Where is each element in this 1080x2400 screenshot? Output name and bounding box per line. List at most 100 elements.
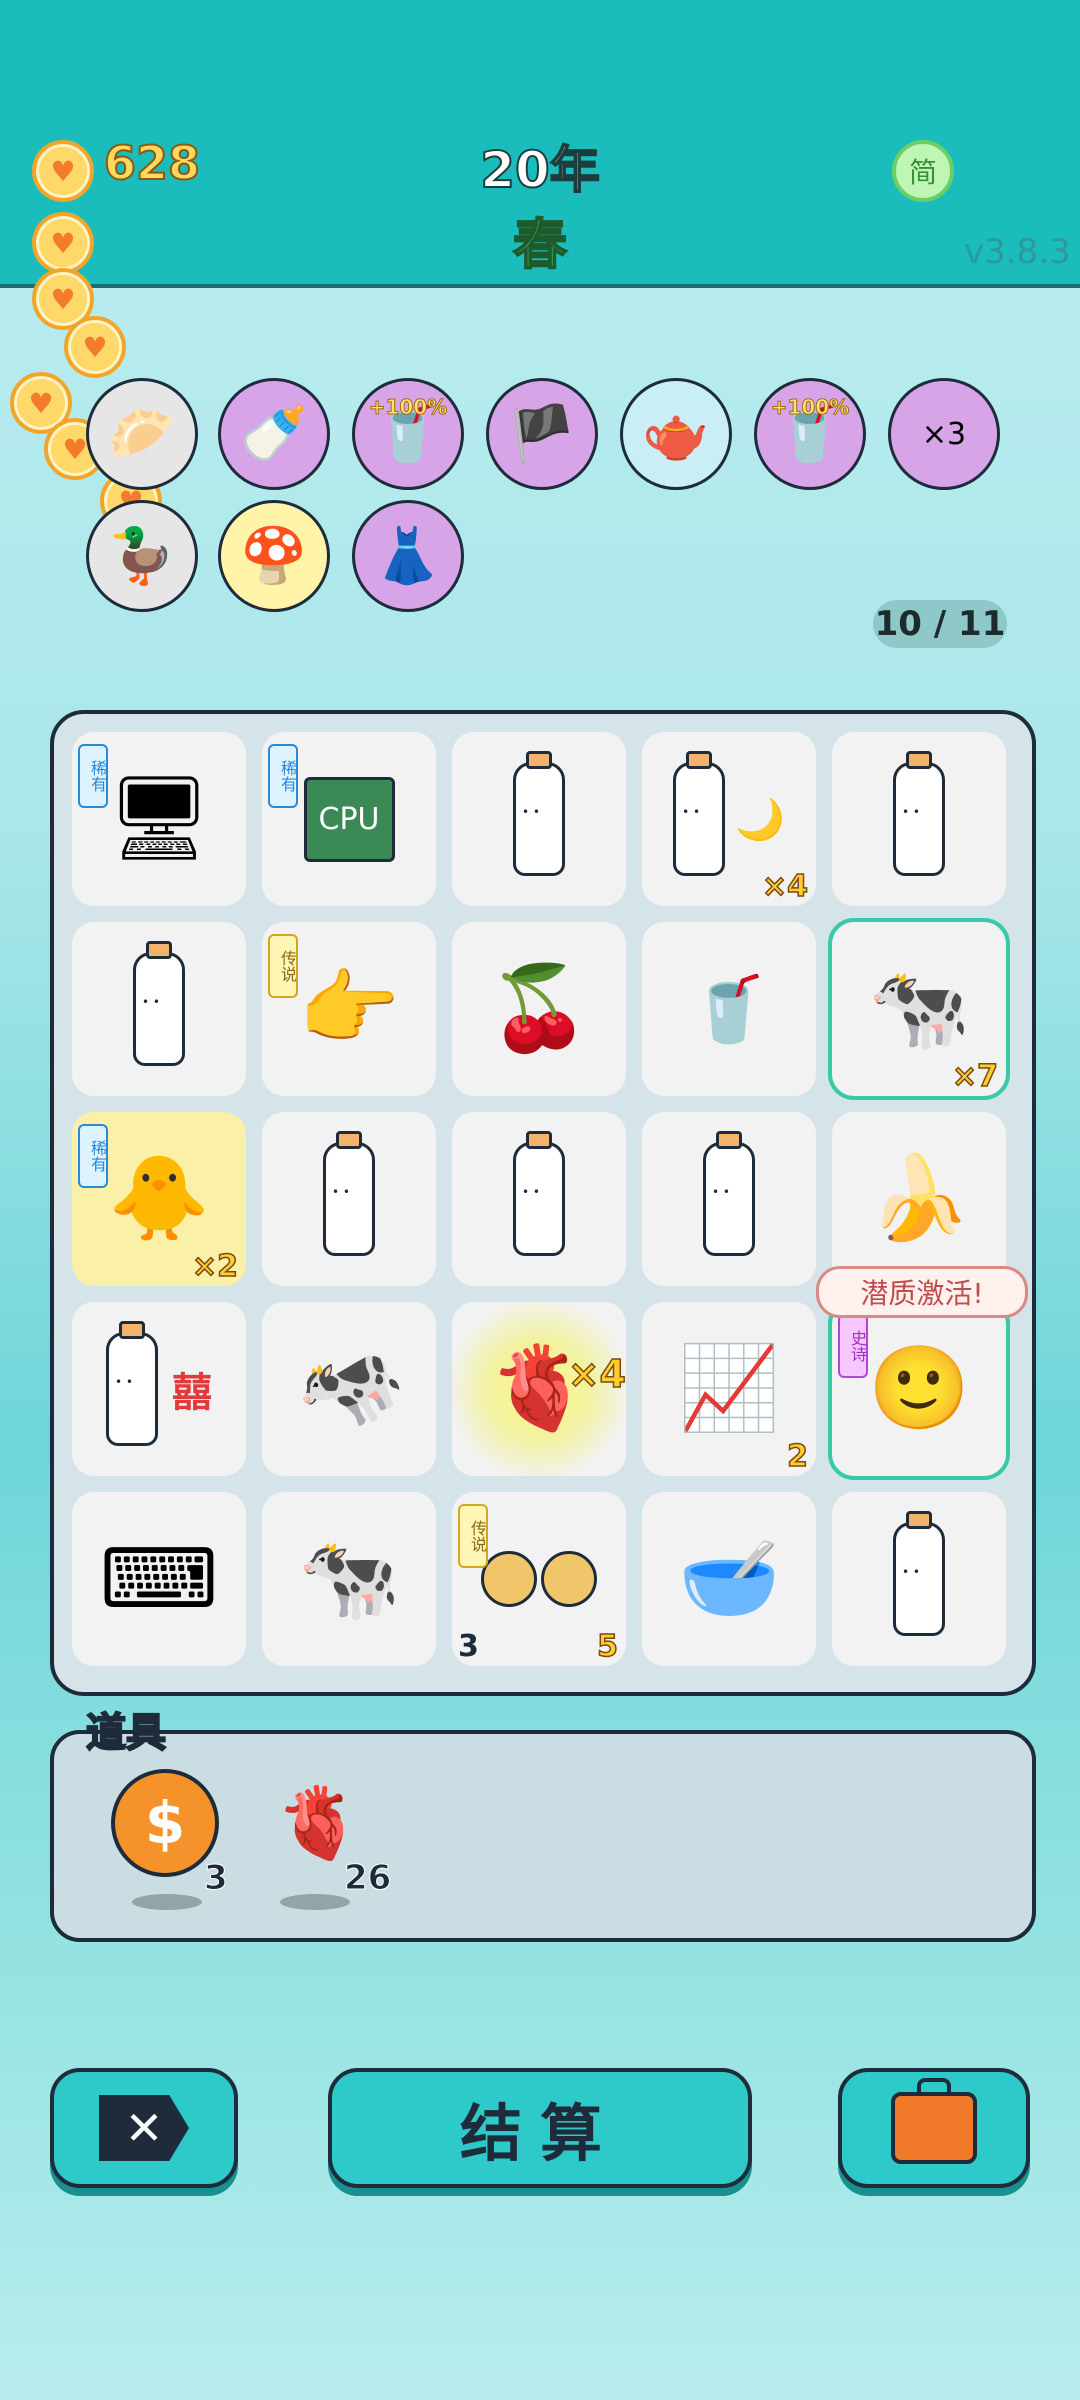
board-cell-cow[interactable]: 🐄 — [262, 1492, 436, 1666]
tools-panel: $ 3 🫀 26 — [50, 1730, 1036, 1942]
longan-icon — [481, 1551, 597, 1607]
season-label: 春 — [512, 212, 568, 277]
mushroom-cloud-icon[interactable]: 🍄 — [218, 500, 330, 612]
legend-tag: 传说 — [268, 934, 298, 998]
milk-bottle-icon — [703, 1131, 755, 1256]
coin-count: 628 — [103, 135, 201, 191]
milk-bottle-icon — [323, 1131, 375, 1256]
board-cell-growth-chart[interactable]: 📈 2 — [642, 1302, 816, 1476]
multiplier-label: ×4 — [761, 868, 809, 905]
board-cell-longan[interactable]: 传说 3 5 — [452, 1492, 626, 1666]
multiplier-label: ×4 — [567, 1351, 627, 1397]
tilted-cow-icon: 🐄 — [280, 1321, 417, 1456]
milk-bottle-icon — [513, 751, 565, 876]
board-cell-milk-happiness[interactable]: 囍 — [72, 1302, 246, 1476]
banana-icon: 🍌 — [867, 1151, 971, 1246]
liver-icon: 🫀 — [275, 1781, 363, 1864]
boba-cup-icon: 🥤 — [689, 972, 769, 1047]
shadow — [280, 1894, 350, 1910]
count-label: 2 — [786, 1438, 808, 1475]
milk-bottle-icon — [893, 1511, 945, 1636]
board-cell-cpu[interactable]: 稀有 CPU — [262, 732, 436, 906]
computer-tower-icon: 🖥 — [106, 771, 212, 866]
board-cell-keyboard[interactable]: ⌨ — [72, 1492, 246, 1666]
cow-icon: 🐄 — [297, 1531, 401, 1626]
board-cell-milk[interactable] — [72, 922, 246, 1096]
board-cell-liver-burst[interactable]: 🫀 ×4 — [452, 1302, 627, 1476]
breast-pump-icon[interactable]: 🍼 — [218, 378, 330, 490]
tools-label: 道具 — [85, 1709, 167, 1757]
potential-activated-tooltip: 潜质激活! — [816, 1266, 1028, 1318]
board-cell-milk[interactable] — [262, 1112, 436, 1286]
board-cell-bowl[interactable]: 🥣 — [642, 1492, 816, 1666]
page-indicator: 10 / 11 — [873, 600, 1007, 648]
board-cell-chick[interactable]: 稀有 🐥 ×2 — [72, 1112, 246, 1286]
eyepatch-longan-icon[interactable]: 🏴 — [486, 378, 598, 490]
shadow — [132, 1894, 202, 1910]
board-cell-finger[interactable]: 传说 👉 — [262, 922, 436, 1096]
item-board: 稀有🖥 稀有CPU 🌙×4 传说👉 🍒 🥤 🐄×7 稀有🐥×2 🍌 囍 🐄 🫀×… — [50, 710, 1036, 1696]
face-portrait-icon: 🙂 — [867, 1341, 971, 1436]
coin-token-icon: $ — [111, 1769, 219, 1877]
coin-token-count: 3 — [204, 1858, 229, 1899]
duck-bathtub-icon[interactable]: 🦆 — [86, 500, 198, 612]
bowl-icon: 🥣 — [677, 1531, 781, 1626]
milk-tea-cup-icon[interactable]: +100% 🥤 — [352, 378, 464, 490]
double-happiness-icon: 囍 — [172, 1370, 212, 1416]
briefcase-icon — [891, 2078, 977, 2164]
moon-icon: 🌙 — [735, 796, 785, 843]
board-cell-milk[interactable] — [452, 1112, 626, 1286]
board-cell-face[interactable]: 史诗 🙂 — [828, 1298, 1010, 1480]
pleated-skirt-icon[interactable]: 👗 — [352, 500, 464, 612]
legend-tag: 传说 — [458, 1504, 488, 1568]
board-cell-cherries[interactable]: 🍒 — [452, 922, 626, 1096]
heart-coin-icon: ♥ — [32, 140, 94, 202]
multiplier-label: ×2 — [191, 1248, 239, 1285]
multiplier-label: 5 — [596, 1628, 618, 1665]
milk-bottle-icon — [513, 1131, 565, 1256]
close-icon: ✕ — [99, 2095, 189, 2161]
epic-tag: 史诗 — [838, 1314, 868, 1378]
board-cell-milk[interactable] — [452, 732, 626, 906]
language-toggle-button[interactable]: 简 — [892, 140, 954, 202]
cow-icon: 🐄 — [867, 961, 971, 1056]
inventory-button[interactable] — [838, 2068, 1030, 2188]
milk-bottle-icon — [893, 751, 945, 876]
exit-button[interactable]: ✕ — [50, 2068, 238, 2188]
milk-jug-icon[interactable]: 🫖 — [620, 378, 732, 490]
chick-icon: 🐥 — [107, 1151, 211, 1246]
milk-tea-cup-icon[interactable]: +100% 🥤 — [754, 378, 866, 490]
milk-bottle-icon — [133, 941, 185, 1066]
cpu-chip-icon: CPU — [303, 776, 395, 862]
settle-button[interactable]: 结算 — [328, 2068, 752, 2188]
bonus-label: +100% — [368, 395, 448, 420]
board-cell-milk[interactable] — [832, 732, 1006, 906]
heart-coin-icon: ♥ — [64, 316, 126, 378]
rare-tag: 稀有 — [78, 744, 108, 808]
multiplier-label: ×7 — [951, 1058, 999, 1095]
board-cell-banana[interactable]: 🍌 — [832, 1112, 1006, 1286]
bonus-label: +100% — [770, 395, 850, 420]
board-cell-tilted-cow[interactable]: 🐄 — [262, 1302, 436, 1476]
board-cell-milk-moon[interactable]: 🌙 ×4 — [642, 732, 816, 906]
board-cell-milk[interactable] — [832, 1492, 1006, 1666]
steamed-bun-icon[interactable]: 🥟 — [86, 378, 198, 490]
settle-label: 结算 — [459, 2097, 620, 2170]
multiplier-math-icon[interactable]: ×3 — [888, 378, 1000, 490]
keyboard-icon: ⌨ — [99, 1531, 219, 1627]
rare-tag: 稀有 — [78, 1124, 108, 1188]
cherries-icon: 🍒 — [487, 961, 591, 1056]
board-cell-cow[interactable]: 🐄 ×7 — [828, 918, 1010, 1100]
liver-count: 26 — [343, 1858, 392, 1899]
count-label: 3 — [458, 1629, 479, 1664]
rare-tag: 稀有 — [268, 744, 298, 808]
growth-chart-icon: 📈 — [677, 1341, 781, 1436]
board-cell-boba[interactable]: 🥤 — [642, 922, 816, 1096]
pointing-finger-icon: 👉 — [297, 961, 401, 1056]
board-cell-computer[interactable]: 稀有 🖥 — [72, 732, 246, 906]
heart-coin-icon: ♥ — [32, 212, 94, 274]
year-label: 20年 — [479, 140, 601, 200]
milk-bottle-icon — [673, 751, 726, 876]
board-cell-milk[interactable] — [642, 1112, 816, 1286]
version-label: v3.8.3 — [964, 232, 1071, 272]
